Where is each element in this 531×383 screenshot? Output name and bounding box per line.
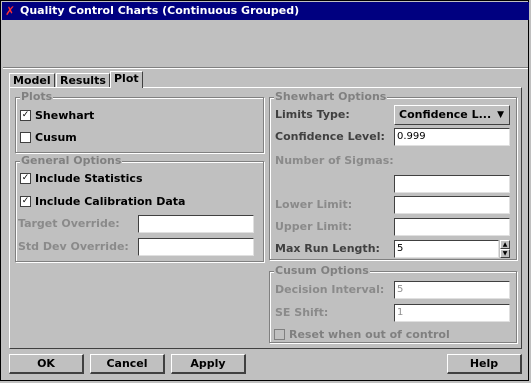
decision-interval-label: Decision Interval: bbox=[275, 283, 385, 296]
tab-model[interactable]: Model bbox=[9, 73, 55, 87]
se-shift-input[interactable]: 1 bbox=[394, 304, 510, 322]
dropdown-arrow-icon: ▼ bbox=[497, 110, 504, 120]
upper-limit-label: Upper Limit: bbox=[275, 220, 353, 233]
limits-type-label: Limits Type: bbox=[275, 108, 350, 121]
include-statistics-checkbox[interactable]: ✓ Include Statistics bbox=[20, 172, 143, 185]
limits-type-select[interactable]: Confidence L... ▼ bbox=[394, 105, 510, 125]
cancel-button[interactable]: Cancel bbox=[90, 354, 165, 374]
check-mark-icon: ✓ bbox=[20, 173, 31, 184]
general-options-title: General Options bbox=[20, 154, 123, 168]
general-options-group: General Options ✓ Include Statistics ✓ I… bbox=[15, 154, 264, 262]
upper-limit-input[interactable] bbox=[394, 218, 510, 236]
include-calibration-checkbox[interactable]: ✓ Include Calibration Data bbox=[20, 195, 185, 208]
shewhart-options-title: Shewhart Options bbox=[274, 90, 388, 104]
tab-results[interactable]: Results bbox=[56, 73, 110, 87]
confidence-level-label: Confidence Level: bbox=[275, 130, 385, 143]
reset-label: Reset when out of control bbox=[289, 328, 450, 341]
window-title: Quality Control Charts (Continuous Group… bbox=[20, 4, 300, 17]
spin-down-icon[interactable]: ▼ bbox=[500, 249, 510, 258]
cusum-options-group: Cusum Options Decision Interval: 5 SE Sh… bbox=[269, 264, 517, 343]
lower-limit-label: Lower Limit: bbox=[275, 198, 353, 211]
limits-type-value: Confidence L... bbox=[399, 108, 492, 121]
dialog-window: ✗ Quality Control Charts (Continuous Gro… bbox=[0, 0, 529, 381]
shewhart-options-group: Shewhart Options Limits Type: Confidence… bbox=[269, 90, 517, 260]
se-shift-label: SE Shift: bbox=[275, 306, 329, 319]
reset-checkbox[interactable]: Reset when out of control bbox=[274, 328, 450, 341]
check-mark-icon: ✓ bbox=[20, 196, 31, 207]
max-run-length-spinner[interactable]: ▲ ▼ bbox=[500, 240, 510, 258]
std-dev-override-input[interactable] bbox=[138, 238, 254, 256]
std-dev-override-label: Std Dev Override: bbox=[18, 240, 129, 253]
max-run-length-label: Max Run Length: bbox=[275, 242, 380, 255]
target-override-input[interactable] bbox=[138, 215, 254, 233]
lower-limit-input[interactable] bbox=[394, 196, 510, 214]
help-button[interactable]: Help bbox=[447, 354, 522, 374]
divider bbox=[3, 67, 528, 69]
shewhart-checkbox[interactable]: ✓ Shewhart bbox=[20, 109, 94, 122]
max-run-length-input[interactable]: 5 bbox=[394, 240, 499, 258]
number-of-sigmas-input[interactable] bbox=[394, 175, 510, 193]
plots-group: Plots ✓ Shewhart Cusum bbox=[15, 90, 264, 153]
number-of-sigmas-label: Number of Sigmas: bbox=[275, 154, 394, 167]
confidence-level-input[interactable]: 0.999 bbox=[394, 128, 510, 146]
target-override-label: Target Override: bbox=[18, 217, 120, 230]
plots-group-title: Plots bbox=[20, 90, 54, 104]
tab-panel: Plots ✓ Shewhart Cusum General Options ✓… bbox=[9, 87, 522, 349]
apply-button[interactable]: Apply bbox=[171, 354, 246, 374]
title-bar[interactable]: ✗ Quality Control Charts (Continuous Gro… bbox=[2, 2, 529, 20]
cusum-checkbox[interactable]: Cusum bbox=[20, 131, 77, 144]
tab-plot[interactable]: Plot bbox=[110, 71, 143, 88]
cusum-options-title: Cusum Options bbox=[274, 264, 370, 278]
spin-up-icon[interactable]: ▲ bbox=[500, 240, 510, 249]
include-calibration-label: Include Calibration Data bbox=[35, 195, 186, 208]
app-icon: ✗ bbox=[5, 4, 16, 18]
ok-button[interactable]: OK bbox=[9, 354, 84, 374]
shewhart-label: Shewhart bbox=[35, 109, 95, 122]
include-statistics-label: Include Statistics bbox=[35, 172, 143, 185]
empty-checkbox-icon bbox=[274, 329, 285, 340]
check-mark-icon: ✓ bbox=[20, 110, 31, 121]
decision-interval-input[interactable]: 5 bbox=[394, 281, 510, 299]
cusum-label: Cusum bbox=[35, 131, 77, 144]
empty-checkbox-icon bbox=[20, 132, 31, 143]
